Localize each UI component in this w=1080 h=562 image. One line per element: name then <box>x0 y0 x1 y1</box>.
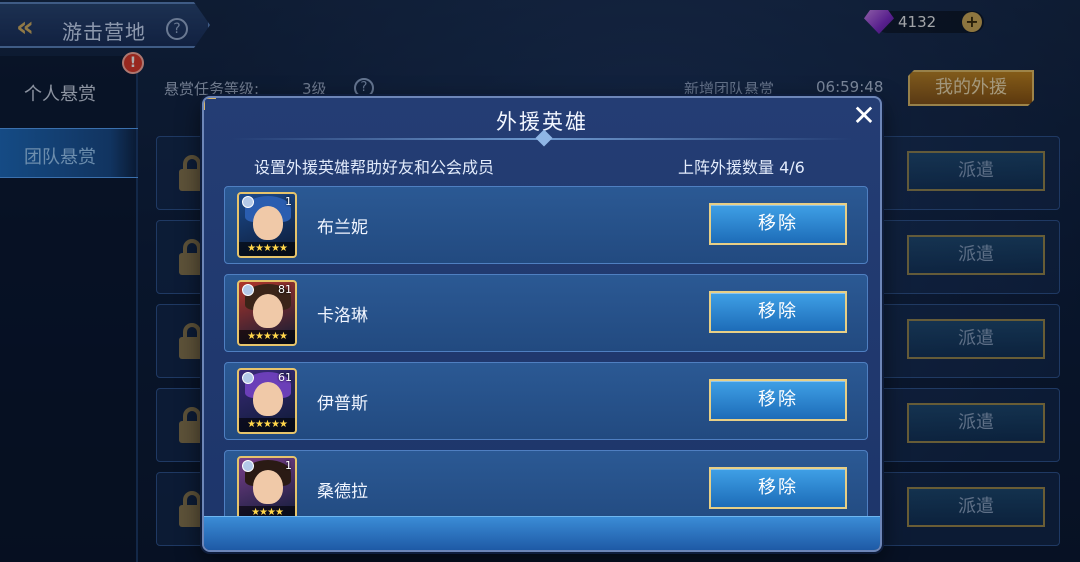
hero-stars: ★★★★ <box>239 506 295 516</box>
rank-badge-icon <box>242 196 254 208</box>
hero-avatar[interactable]: 61 ★★★★★ <box>237 368 297 434</box>
hero-list: 1 ★★★★★ 布兰妮 移除 81 ★★★★★ 卡洛琳 移除 61 ★★★★★ … <box>224 186 868 516</box>
hero-avatar[interactable]: 1 ★★★★★ <box>237 192 297 258</box>
rank-badge-icon <box>242 284 254 296</box>
avatar-face <box>253 294 283 328</box>
hero-level: 81 <box>278 283 292 296</box>
avatar-face <box>253 470 283 504</box>
hero-stars: ★★★★★ <box>239 418 295 432</box>
hero-avatar[interactable]: 81 ★★★★★ <box>237 280 297 346</box>
avatar-face <box>253 382 283 416</box>
modal-subtitle: 设置外援英雄帮助好友和公会成员 <box>254 158 495 177</box>
hero-name: 桑德拉 <box>317 482 368 502</box>
close-icon[interactable]: ✕ <box>850 102 878 130</box>
aid-count-label: 上阵外援数量 4/6 <box>678 158 805 177</box>
remove-button[interactable]: 移除 <box>709 379 847 421</box>
remove-button[interactable]: 移除 <box>709 291 847 333</box>
modal-footer <box>204 516 880 550</box>
hero-stars: ★★★★★ <box>239 242 295 256</box>
hero-row: 1 ★★★★ 桑德拉 移除 <box>224 450 868 516</box>
hero-level: 1 <box>285 459 292 472</box>
rank-badge-icon <box>242 372 254 384</box>
remove-button[interactable]: 移除 <box>709 467 847 509</box>
hero-name: 卡洛琳 <box>317 306 368 326</box>
hero-row: 61 ★★★★★ 伊普斯 移除 <box>224 362 868 440</box>
rank-badge-icon <box>242 460 254 472</box>
hero-row: 81 ★★★★★ 卡洛琳 移除 <box>224 274 868 352</box>
hero-level: 1 <box>285 195 292 208</box>
avatar-face <box>253 206 283 240</box>
hero-name: 伊普斯 <box>317 394 368 414</box>
hero-level: 61 <box>278 371 292 384</box>
hero-avatar[interactable]: 1 ★★★★ <box>237 456 297 516</box>
hero-stars: ★★★★★ <box>239 330 295 344</box>
hero-row: 1 ★★★★★ 布兰妮 移除 <box>224 186 868 264</box>
aid-heroes-modal: 外援英雄 ✕ 设置外援英雄帮助好友和公会成员 上阵外援数量 4/6 1 ★★★★… <box>202 96 882 552</box>
hero-name: 布兰妮 <box>317 218 368 238</box>
remove-button[interactable]: 移除 <box>709 203 847 245</box>
